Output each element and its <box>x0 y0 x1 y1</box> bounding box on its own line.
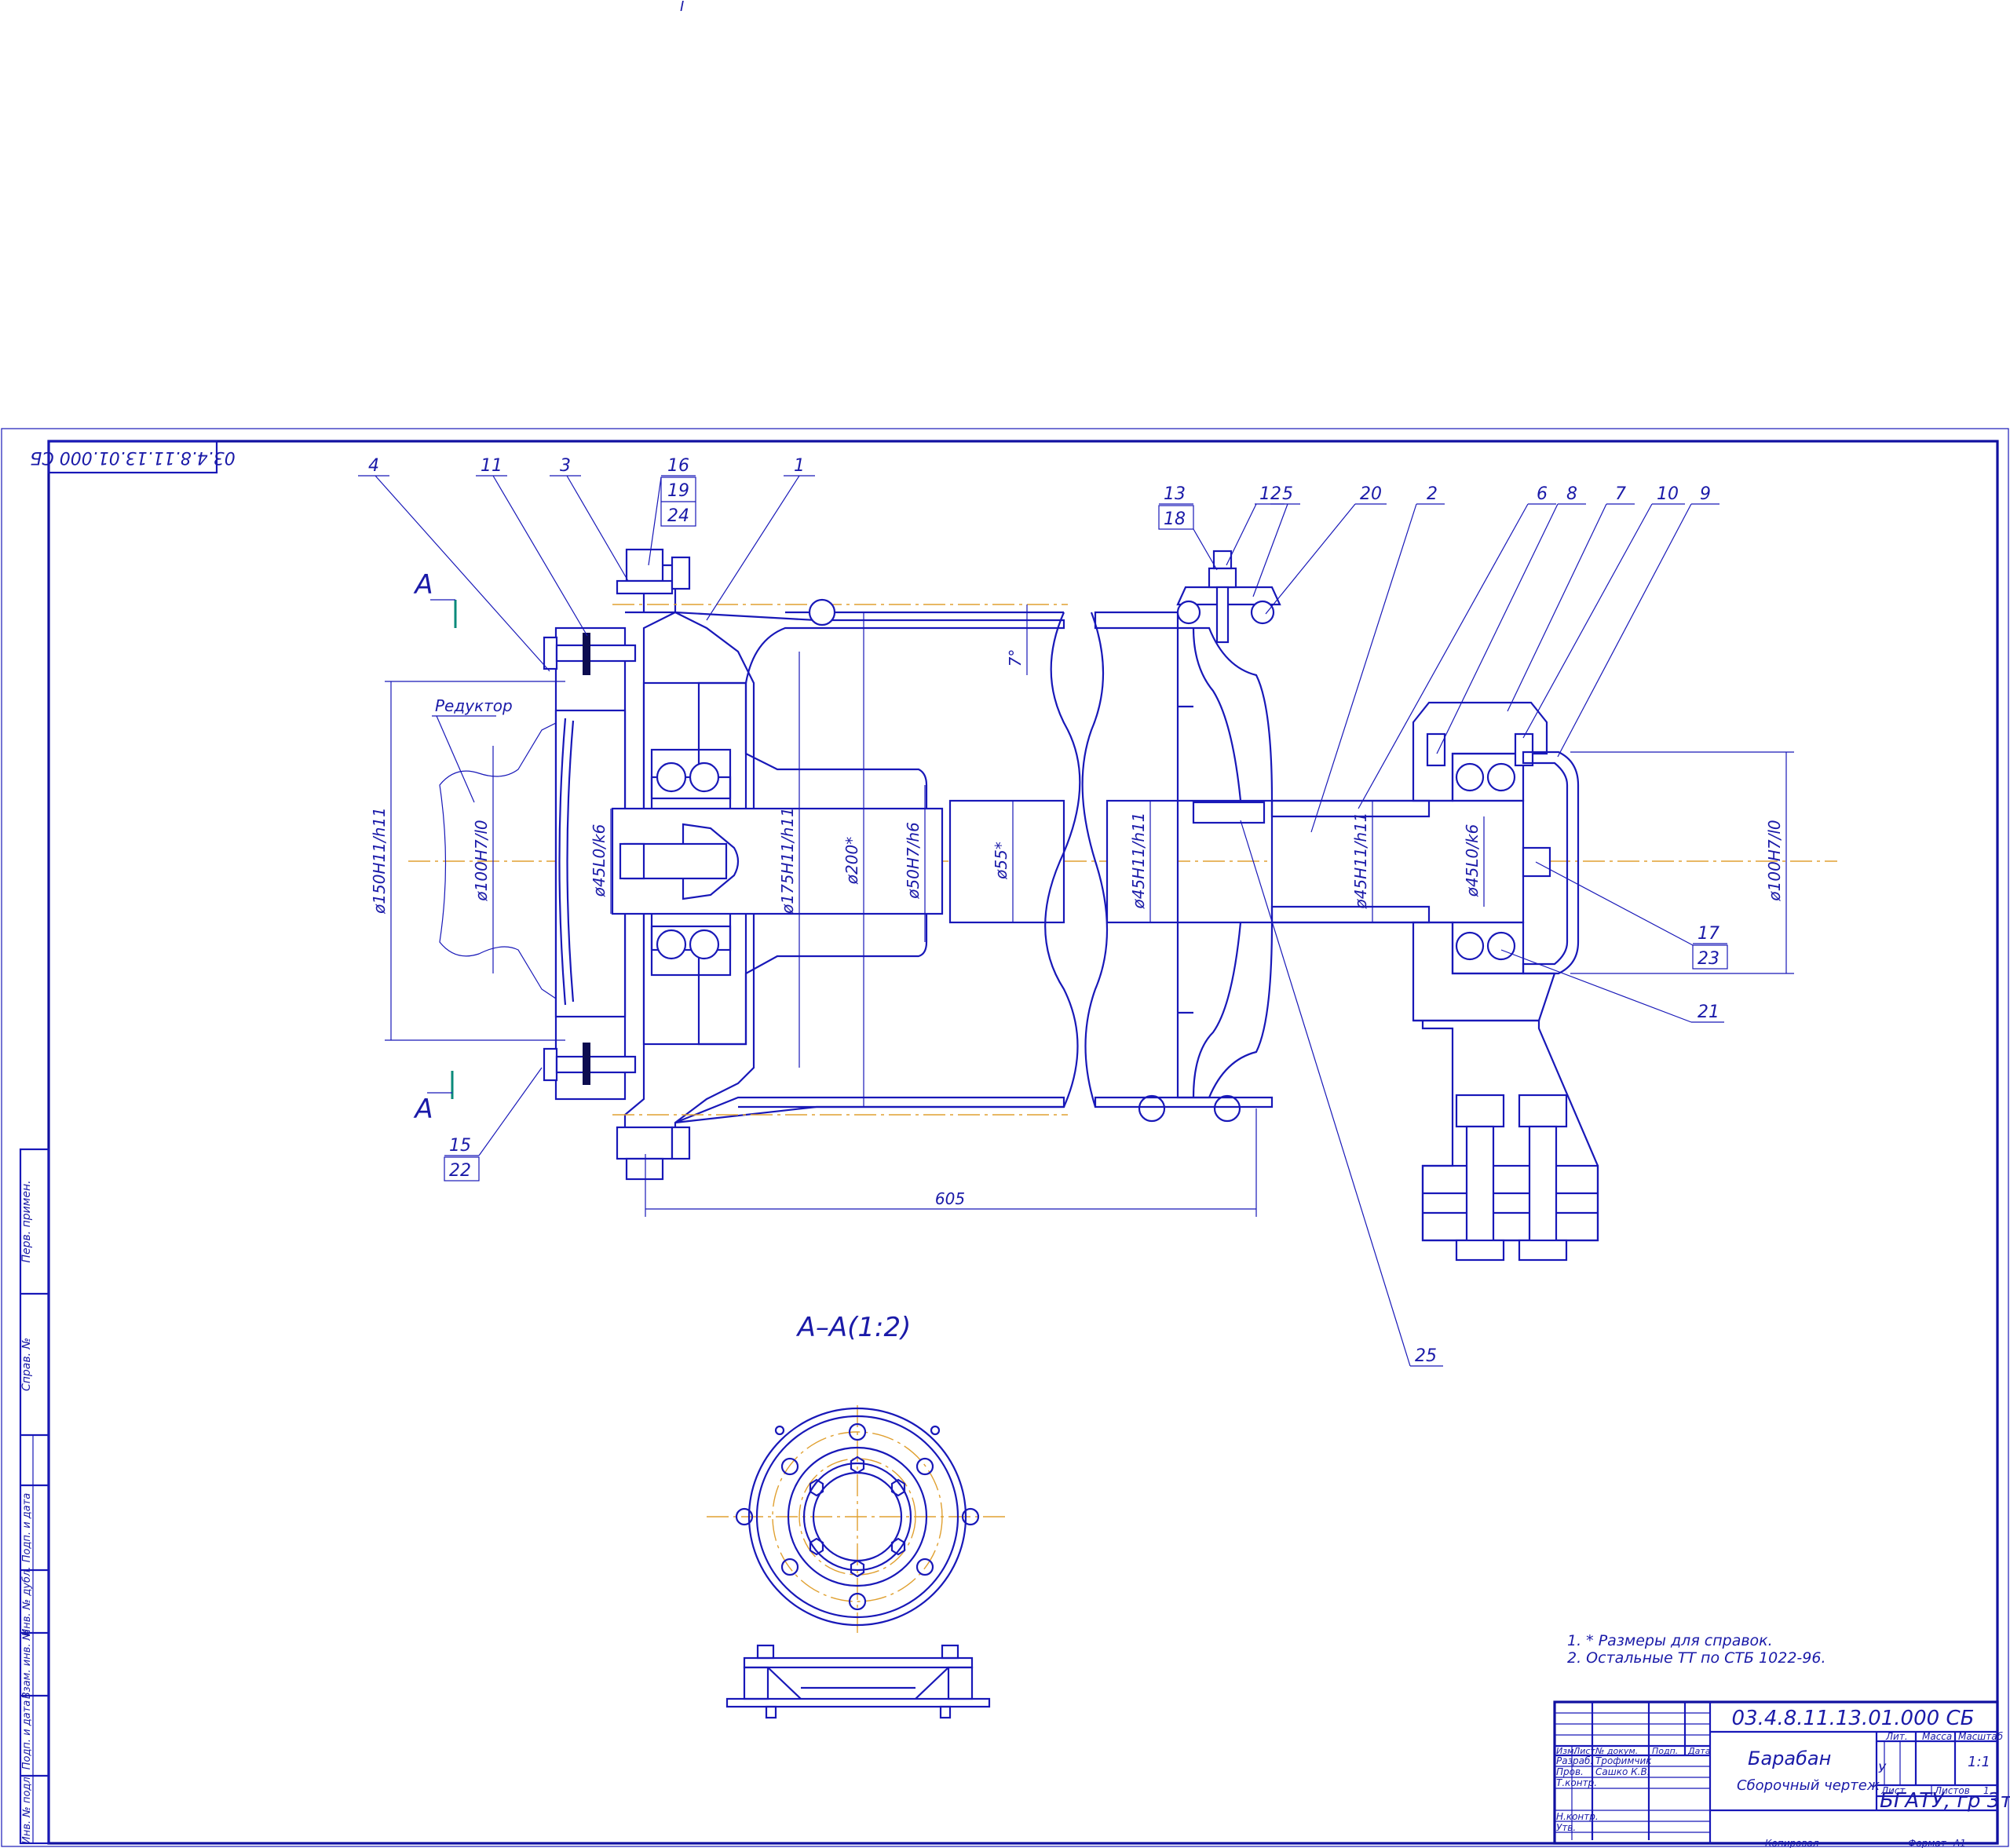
pos-20: 20 <box>1360 484 1382 504</box>
pos-8: 8 <box>1566 484 1577 504</box>
bolt-top-left <box>543 633 637 675</box>
tb-h-sign: Подп. <box>1652 1746 1678 1756</box>
break-line-right <box>1081 612 1109 1108</box>
pos-4: 4 <box>368 456 379 476</box>
tb-role-appr: Утв. <box>1556 1822 1576 1833</box>
dim-angle: 7° <box>1006 649 1025 667</box>
stamp-repl-inv: Взам. инв. № <box>21 1630 33 1699</box>
dim-d45h11-a: ø45H11/h11 <box>1129 812 1148 909</box>
bolt-bottom-left <box>543 1043 637 1085</box>
dim-d55: ø55* <box>992 842 1010 880</box>
shaft-right <box>1270 799 1525 924</box>
weld-bead-top <box>808 598 836 626</box>
tb-scale-label: Масштаб <box>1958 1731 2004 1742</box>
pos-7: 7 <box>1615 484 1626 504</box>
pos-22: 22 <box>449 1161 471 1181</box>
stamp-sign-date-2: Подп. и дата <box>21 1700 33 1770</box>
tb-role-ncontr: Н.контр. <box>1556 1811 1599 1822</box>
tb-lit-value: У <box>1878 1761 1887 1776</box>
dim-d175: ø175H11/h11 <box>778 807 797 915</box>
pos-21: 21 <box>1698 1003 1719 1022</box>
pos-3: 3 <box>560 456 571 476</box>
pos-9: 9 <box>1700 484 1711 504</box>
dim-d150: ø150H11/h11 <box>370 807 389 915</box>
tb-doc-type: Сборочный чертеж <box>1737 1777 1880 1794</box>
tb-developer: Трофимчик <box>1595 1755 1652 1766</box>
dim-length: 605 <box>935 1189 965 1208</box>
reducer-label: Редуктор <box>435 696 513 715</box>
dim-d100-left: ø100H7/l0 <box>472 820 491 901</box>
format-value: А1 <box>1953 1838 1966 1848</box>
section-marker-top: А <box>413 569 457 628</box>
svg-text:А: А <box>413 569 433 601</box>
pos-16: 16 <box>667 456 689 476</box>
bracket-bolts <box>1455 1094 1568 1262</box>
dim-d200: ø200* <box>842 837 861 885</box>
pos-24: 24 <box>667 506 689 526</box>
pos-1: 1 <box>794 456 805 476</box>
tb-code: 03.4.8.11.13.01.000 СБ <box>1732 1707 1975 1730</box>
format-label: Формат <box>1908 1838 1947 1848</box>
top-mark: I <box>680 0 684 15</box>
rotated-code-box: 03.4.8.11.13.01.000 СБ <box>30 440 236 474</box>
drum-shell-bottom <box>674 1096 1065 1124</box>
side-stamp: Перв. примен. Справ. № Подп. и дата Инв.… <box>19 1148 50 1845</box>
main-section-view: А А Редуктор ø150H11/h11 ø100H7/l0 ø45L0… <box>358 456 1837 1367</box>
tb-lit-label: Лит. <box>1885 1731 1908 1742</box>
weld-bead-bottom <box>1138 1094 1166 1123</box>
pos-6: 6 <box>1537 484 1548 504</box>
dim-d50: ø50H7/h6 <box>904 822 923 900</box>
title-block: 03.4.8.11.13.01.000 СБ Барабан Сборочный… <box>1553 1700 2010 1845</box>
key <box>1192 801 1266 824</box>
tb-role-check: Пров. <box>1556 1766 1584 1777</box>
section-marker-bottom: А <box>413 1071 454 1125</box>
support-bracket <box>1413 1019 1599 1242</box>
tb-scale-value: 1:1 <box>1968 1754 1990 1770</box>
pos-19: 19 <box>667 481 689 501</box>
drum-shell-right-top <box>1094 611 1179 630</box>
dim-d100-right: ø100H7/l0 <box>1765 820 1784 901</box>
tb-role-tcontr: Т.контр. <box>1556 1777 1597 1788</box>
dim-d45-left: ø45L0/k6 <box>590 824 608 898</box>
bolt-top-flange <box>616 548 691 595</box>
stamp-first-use: Перв. примен. <box>20 1180 33 1262</box>
pos-13: 13 <box>1164 484 1186 504</box>
section-title: А–А(1:2) <box>796 1312 912 1343</box>
pos-5: 5 <box>1282 484 1293 504</box>
drum-shell-right-bottom <box>1094 1096 1274 1108</box>
pos-11: 11 <box>481 456 502 476</box>
tb-mass-label: Масса <box>1922 1731 1952 1742</box>
tb-checker: Сашко К.В. <box>1595 1766 1650 1777</box>
dim-d45-right: ø45L0/k6 <box>1463 824 1482 898</box>
pos-18: 18 <box>1164 509 1186 529</box>
pos-15: 15 <box>449 1136 471 1156</box>
tb-h-date: Дата <box>1687 1746 1711 1756</box>
bolt-bottom-flange <box>616 1126 691 1181</box>
tb-role-dev: Разраб. <box>1556 1755 1593 1766</box>
stamp-orig-inv: Инв. № подл. <box>21 1773 33 1844</box>
note-2: 2. Остальные ТТ по СТБ 1022-96. <box>1567 1649 1826 1667</box>
dim-d45h11-b: ø45H11/h11 <box>1351 812 1370 909</box>
tb-org: БГАТУ, гр 3т <box>1880 1789 2010 1813</box>
rotated-code-text: 03.4.8.11.13.01.000 СБ <box>30 447 235 467</box>
note-1: 1. * Размеры для справок. <box>1567 1632 1773 1649</box>
copied-label: Копировал <box>1765 1838 1819 1848</box>
weld-bead-bottom-2 <box>1213 1094 1241 1123</box>
tb-name: Барабан <box>1748 1748 1831 1769</box>
section-view-aa <box>707 1405 1005 1719</box>
stamp-dup-inv: Инв. № дубл. <box>21 1567 33 1637</box>
pos-25: 25 <box>1415 1346 1437 1366</box>
pos-10: 10 <box>1657 484 1679 504</box>
svg-text:А: А <box>413 1094 433 1125</box>
stamp-ref-no: Справ. № <box>20 1338 33 1391</box>
stamp-sign-date-1: Подп. и дата <box>21 1493 33 1563</box>
pos-23: 23 <box>1698 949 1719 969</box>
pos-17: 17 <box>1698 924 1719 944</box>
assembly-drawing: I 03.4.8.11.13.01.000 СБ Перв. примен. С… <box>1 0 2010 1848</box>
pos-12: 12 <box>1259 484 1281 504</box>
pos-2: 2 <box>1427 484 1438 504</box>
